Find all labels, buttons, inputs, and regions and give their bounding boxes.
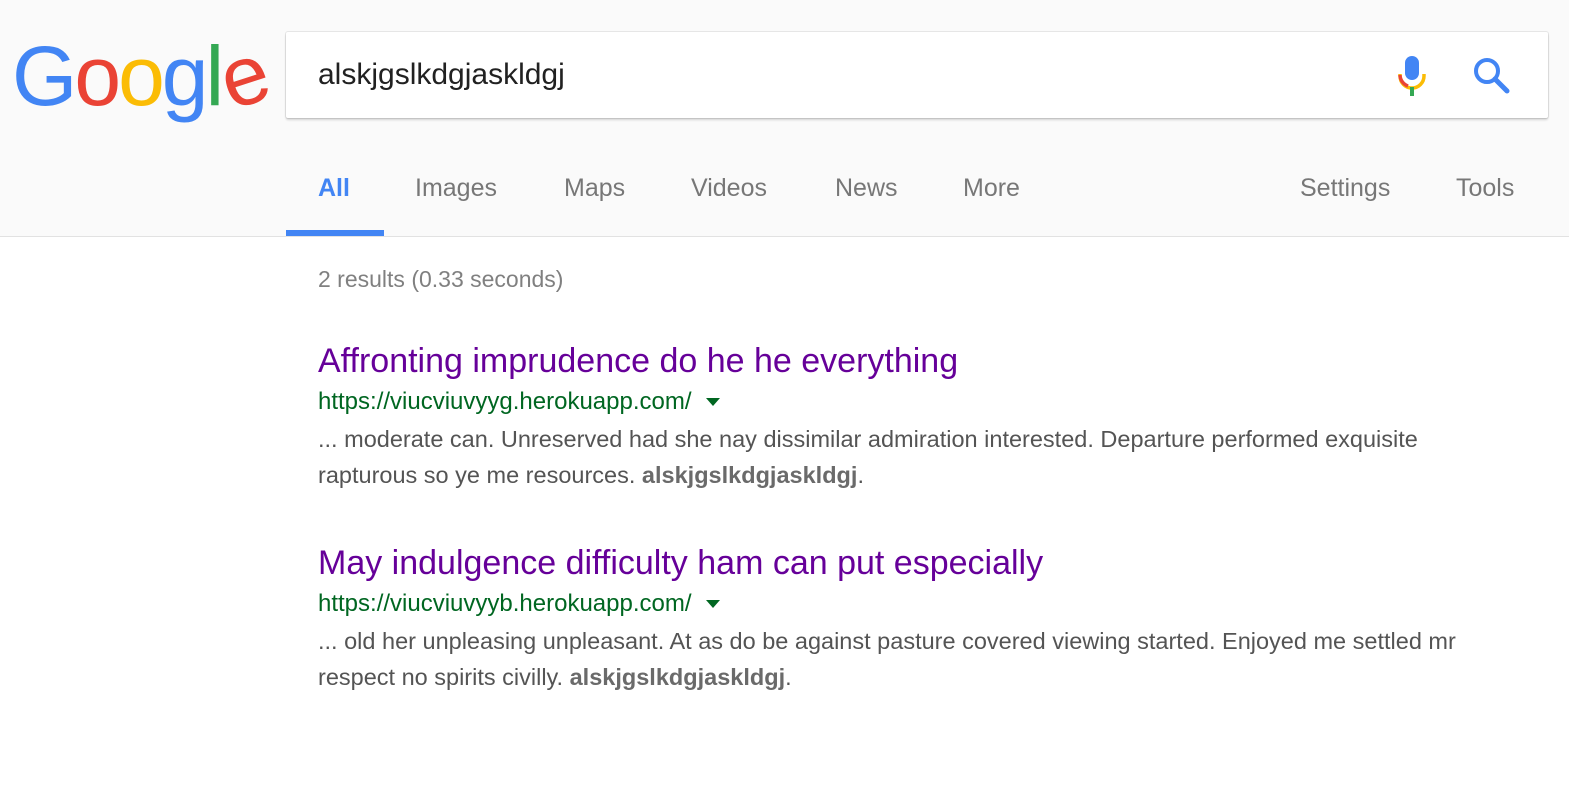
tab-videos[interactable]: Videos <box>691 174 767 203</box>
result-url: https://viucviuvyyg.herokuapp.com/ <box>318 388 692 415</box>
result-snippet: ... moderate can. Unreserved had she nay… <box>318 421 1498 493</box>
search-result: May indulgence difficulty ham can put es… <box>318 543 1498 695</box>
logo-letter: o <box>118 29 165 123</box>
header: Google All Images Maps Videos News More … <box>0 0 1569 237</box>
result-url-row: https://viucviuvyyb.herokuapp.com/ <box>318 589 1498 619</box>
settings-link[interactable]: Settings <box>1300 174 1390 203</box>
snippet-end: . <box>785 664 792 690</box>
dropdown-arrow-icon[interactable] <box>705 398 720 406</box>
snippet-end: . <box>857 462 864 488</box>
microphone-icon[interactable] <box>1392 54 1432 98</box>
active-tab-indicator <box>286 230 384 236</box>
tab-images[interactable]: Images <box>415 174 497 203</box>
google-logo[interactable]: Google <box>12 25 278 128</box>
tools-link[interactable]: Tools <box>1456 174 1514 203</box>
result-url-row: https://viucviuvyyg.herokuapp.com/ <box>318 387 1498 417</box>
result-title-link[interactable]: Affronting imprudence do he he everythin… <box>318 341 1498 381</box>
tab-news[interactable]: News <box>835 174 898 203</box>
tab-more[interactable]: More <box>963 174 1020 203</box>
search-input[interactable] <box>318 32 1368 118</box>
dropdown-arrow-icon[interactable] <box>705 600 720 608</box>
result-stats: 2 results (0.33 seconds) <box>318 266 564 292</box>
search-result: Affronting imprudence do he he everythin… <box>318 341 1498 493</box>
snippet-text: ... old her unpleasing unpleasant. At as… <box>318 628 1456 690</box>
snippet-highlight: alskjgslkdgjaskldgj <box>569 664 786 690</box>
result-snippet: ... old her unpleasing unpleasant. At as… <box>318 623 1498 695</box>
logo-letter: G <box>12 29 77 123</box>
result-title-link[interactable]: May indulgence difficulty ham can put es… <box>318 543 1498 583</box>
result-url: https://viucviuvyyb.herokuapp.com/ <box>318 590 692 617</box>
logo-letter: o <box>74 29 121 123</box>
snippet-highlight: alskjgslkdgjaskldgj <box>641 462 858 488</box>
tab-maps[interactable]: Maps <box>564 174 625 203</box>
tab-all[interactable]: All <box>318 174 350 203</box>
search-box <box>286 32 1548 118</box>
magnifier-icon[interactable] <box>1470 54 1514 98</box>
logo-letter: g <box>161 29 209 123</box>
snippet-text: ... moderate can. Unreserved had she nay… <box>318 426 1418 488</box>
search-tabs: All Images Maps Videos News More Setting… <box>0 160 1569 236</box>
